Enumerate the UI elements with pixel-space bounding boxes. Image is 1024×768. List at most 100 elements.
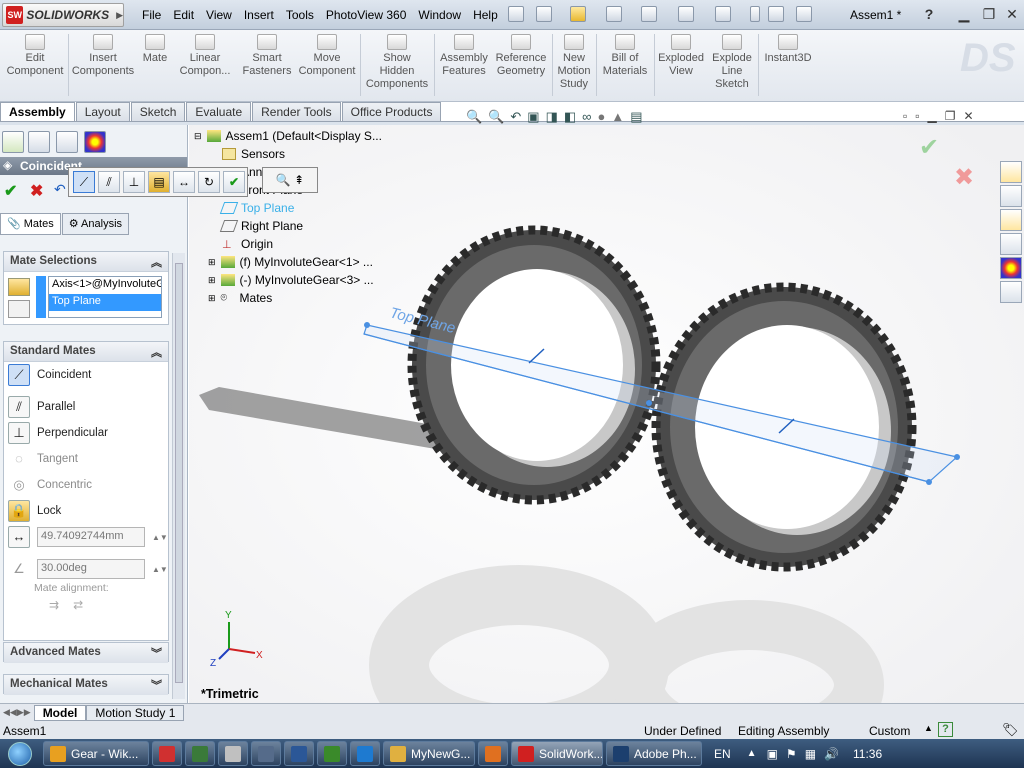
tab-assembly[interactable]: Assembly	[0, 102, 75, 122]
menu-photoview[interactable]: PhotoView 360	[320, 8, 413, 22]
accept-mate-popup-icon[interactable]: ✔	[223, 171, 245, 193]
previous-view-icon[interactable]: ↶	[510, 109, 521, 125]
close-icon[interactable]: ✕	[1003, 5, 1021, 23]
tree-item-gear-1[interactable]: ⊞ (f) MyInvoluteGear<1> ...	[194, 253, 382, 271]
network-icon[interactable]: ▦	[805, 747, 816, 761]
taskbar-app-4[interactable]	[218, 741, 248, 766]
advanced-mates-header[interactable]: Advanced Mates ︾	[4, 643, 168, 663]
edit-appearance-icon[interactable]: ●	[597, 109, 605, 125]
selection-item-top-plane[interactable]: Top Plane	[49, 294, 161, 311]
plane-handle[interactable]	[954, 454, 960, 460]
section-view-icon[interactable]: ▣	[527, 109, 539, 125]
graphics-area[interactable]: Top Plane Y X Z *Trimetric ⊟ Assem1 (Defa…	[189, 125, 1024, 703]
view-settings-icon[interactable]: ▤	[630, 109, 642, 125]
open-folder-icon[interactable]	[570, 6, 586, 22]
volume-icon[interactable]: 🔊	[824, 747, 839, 761]
zoom-to-area-icon[interactable]: 🔍	[488, 109, 504, 125]
menu-file[interactable]: File	[136, 8, 167, 22]
collapse-box-icon[interactable]: ⊟	[194, 131, 202, 142]
expand-box-icon[interactable]: ⊞	[208, 275, 216, 286]
tree-item-mates[interactable]: ⊞ ⌾ Mates	[194, 289, 382, 307]
menu-tools[interactable]: Tools	[280, 8, 320, 22]
options-icon[interactable]	[796, 6, 812, 22]
distance-popup-icon[interactable]: ↔	[173, 171, 195, 193]
taskbar-chrome[interactable]: Gear - Wik...	[43, 741, 149, 766]
coincident-popup-icon[interactable]: ⟋	[73, 171, 95, 193]
mate-selections-header[interactable]: Mate Selections ︽	[4, 252, 168, 272]
select-arrow-icon[interactable]	[715, 6, 731, 22]
edit-component-button[interactable]: Edit Component	[4, 34, 66, 78]
undo-arrow-icon[interactable]: ↶	[54, 181, 66, 198]
solidworks-logo-button[interactable]: SW SOLIDWORKS ▶	[2, 3, 124, 27]
taskbar-solidworks[interactable]: SolidWork...	[511, 741, 603, 766]
taskbar-folder[interactable]: MyNewG...	[383, 741, 475, 766]
show-hidden-components-button[interactable]: Show Hidden Components	[362, 34, 432, 91]
start-button[interactable]	[0, 739, 40, 768]
mate-perpendicular[interactable]: ⊥ Perpendicular	[4, 420, 168, 446]
new-motion-study-button[interactable]: New Motion Study	[554, 34, 594, 91]
display-style-icon[interactable]: ◧	[564, 109, 576, 125]
flip-alignment-popup-icon[interactable]: ↻	[198, 171, 220, 193]
bill-of-materials-button[interactable]: Bill of Materials	[598, 34, 652, 78]
design-library-icon[interactable]	[1000, 185, 1022, 207]
tab-render-tools[interactable]: Render Tools	[252, 102, 341, 122]
restore-icon[interactable]: ❐	[980, 5, 998, 23]
tree-root[interactable]: ⊟ Assem1 (Default<Display S...	[194, 127, 382, 145]
taskbar-word[interactable]	[284, 741, 314, 766]
tab-model[interactable]: Model	[33, 704, 87, 721]
collapse-chevron-icon[interactable]: ︽	[151, 344, 162, 360]
tab-sketch[interactable]: Sketch	[130, 102, 186, 122]
plane-handle[interactable]	[926, 479, 932, 485]
custom-properties-icon[interactable]	[1000, 281, 1022, 303]
plane-handle[interactable]	[646, 400, 652, 406]
appearance-tab-icon[interactable]	[84, 131, 106, 153]
distance-input[interactable]: 49.74092744mm	[37, 527, 145, 547]
tab-motion-study[interactable]: Motion Study 1	[86, 704, 185, 721]
confirm-cancel-icon[interactable]: ✖	[954, 163, 974, 192]
distance-icon[interactable]: ↔	[8, 526, 30, 548]
view-palette-icon[interactable]	[1000, 233, 1022, 255]
insert-components-button[interactable]: Insert Components	[70, 34, 136, 78]
new-document-icon[interactable]	[536, 6, 552, 22]
menu-view[interactable]: View	[200, 8, 238, 22]
undo-icon[interactable]	[678, 6, 694, 22]
angle-spinner-icon[interactable]: ▲▼	[152, 565, 168, 574]
file-properties-icon[interactable]	[768, 6, 784, 22]
mate-selection-list[interactable]: Axis<1>@MyInvoluteGear Top Plane	[48, 276, 162, 318]
smart-fasteners-button[interactable]: Smart Fasteners	[238, 34, 296, 78]
tab-analysis[interactable]: ⚙ Analysis	[61, 213, 130, 235]
perpendicular-popup-icon[interactable]: ⊥	[123, 171, 145, 193]
plane-handle[interactable]	[364, 322, 370, 328]
tag-icon[interactable]: 🏷	[1002, 722, 1019, 738]
ok-check-icon[interactable]: ✔	[4, 181, 17, 201]
zoom-popup[interactable]: 🔍 ⇞	[262, 167, 318, 193]
zoom-to-fit-icon[interactable]: 🔍	[466, 109, 482, 125]
mate-lock[interactable]: 🔒 Lock	[4, 498, 168, 524]
selection-filter-icon[interactable]	[8, 278, 30, 296]
taskbar-media[interactable]	[478, 741, 508, 766]
hide-show-icon[interactable]: ∞	[582, 109, 591, 125]
home-icon[interactable]	[1000, 161, 1022, 183]
view-orientation-icon[interactable]: ◨	[546, 109, 558, 125]
pane-scrollbar[interactable]	[172, 253, 185, 699]
selection-item-axis[interactable]: Axis<1>@MyInvoluteGear	[49, 277, 161, 294]
distance-spinner-icon[interactable]: ▲▼	[152, 533, 168, 542]
tree-item-top-plane[interactable]: Top Plane	[194, 199, 382, 217]
expand-box-icon[interactable]: ⊞	[208, 257, 216, 268]
confirm-ok-icon[interactable]: ✔	[919, 133, 939, 162]
exploded-view-button[interactable]: Exploded View	[656, 34, 706, 78]
collapse-chevron-icon[interactable]: ︽	[151, 254, 162, 270]
appearances-icon[interactable]	[1000, 257, 1022, 279]
rebuild-icon[interactable]	[750, 6, 760, 22]
clock[interactable]: 11:36	[853, 747, 882, 761]
explode-line-sketch-button[interactable]: Explode Line Sketch	[708, 34, 756, 91]
viewport-restore-icon[interactable]: ❐	[945, 109, 956, 123]
tab-layout[interactable]: Layout	[75, 102, 130, 122]
mate-tangent[interactable]: ◌ Tangent	[4, 446, 168, 472]
tree-item-gear-3[interactable]: ⊞ (-) MyInvoluteGear<3> ...	[194, 271, 382, 289]
split-icon[interactable]: ▫	[915, 109, 919, 123]
taskbar-app-5[interactable]	[251, 741, 281, 766]
viewport-close-icon[interactable]: ✕	[964, 109, 974, 123]
aligned-icon[interactable]: ⇉	[49, 598, 59, 612]
tab-evaluate[interactable]: Evaluate	[186, 102, 252, 122]
